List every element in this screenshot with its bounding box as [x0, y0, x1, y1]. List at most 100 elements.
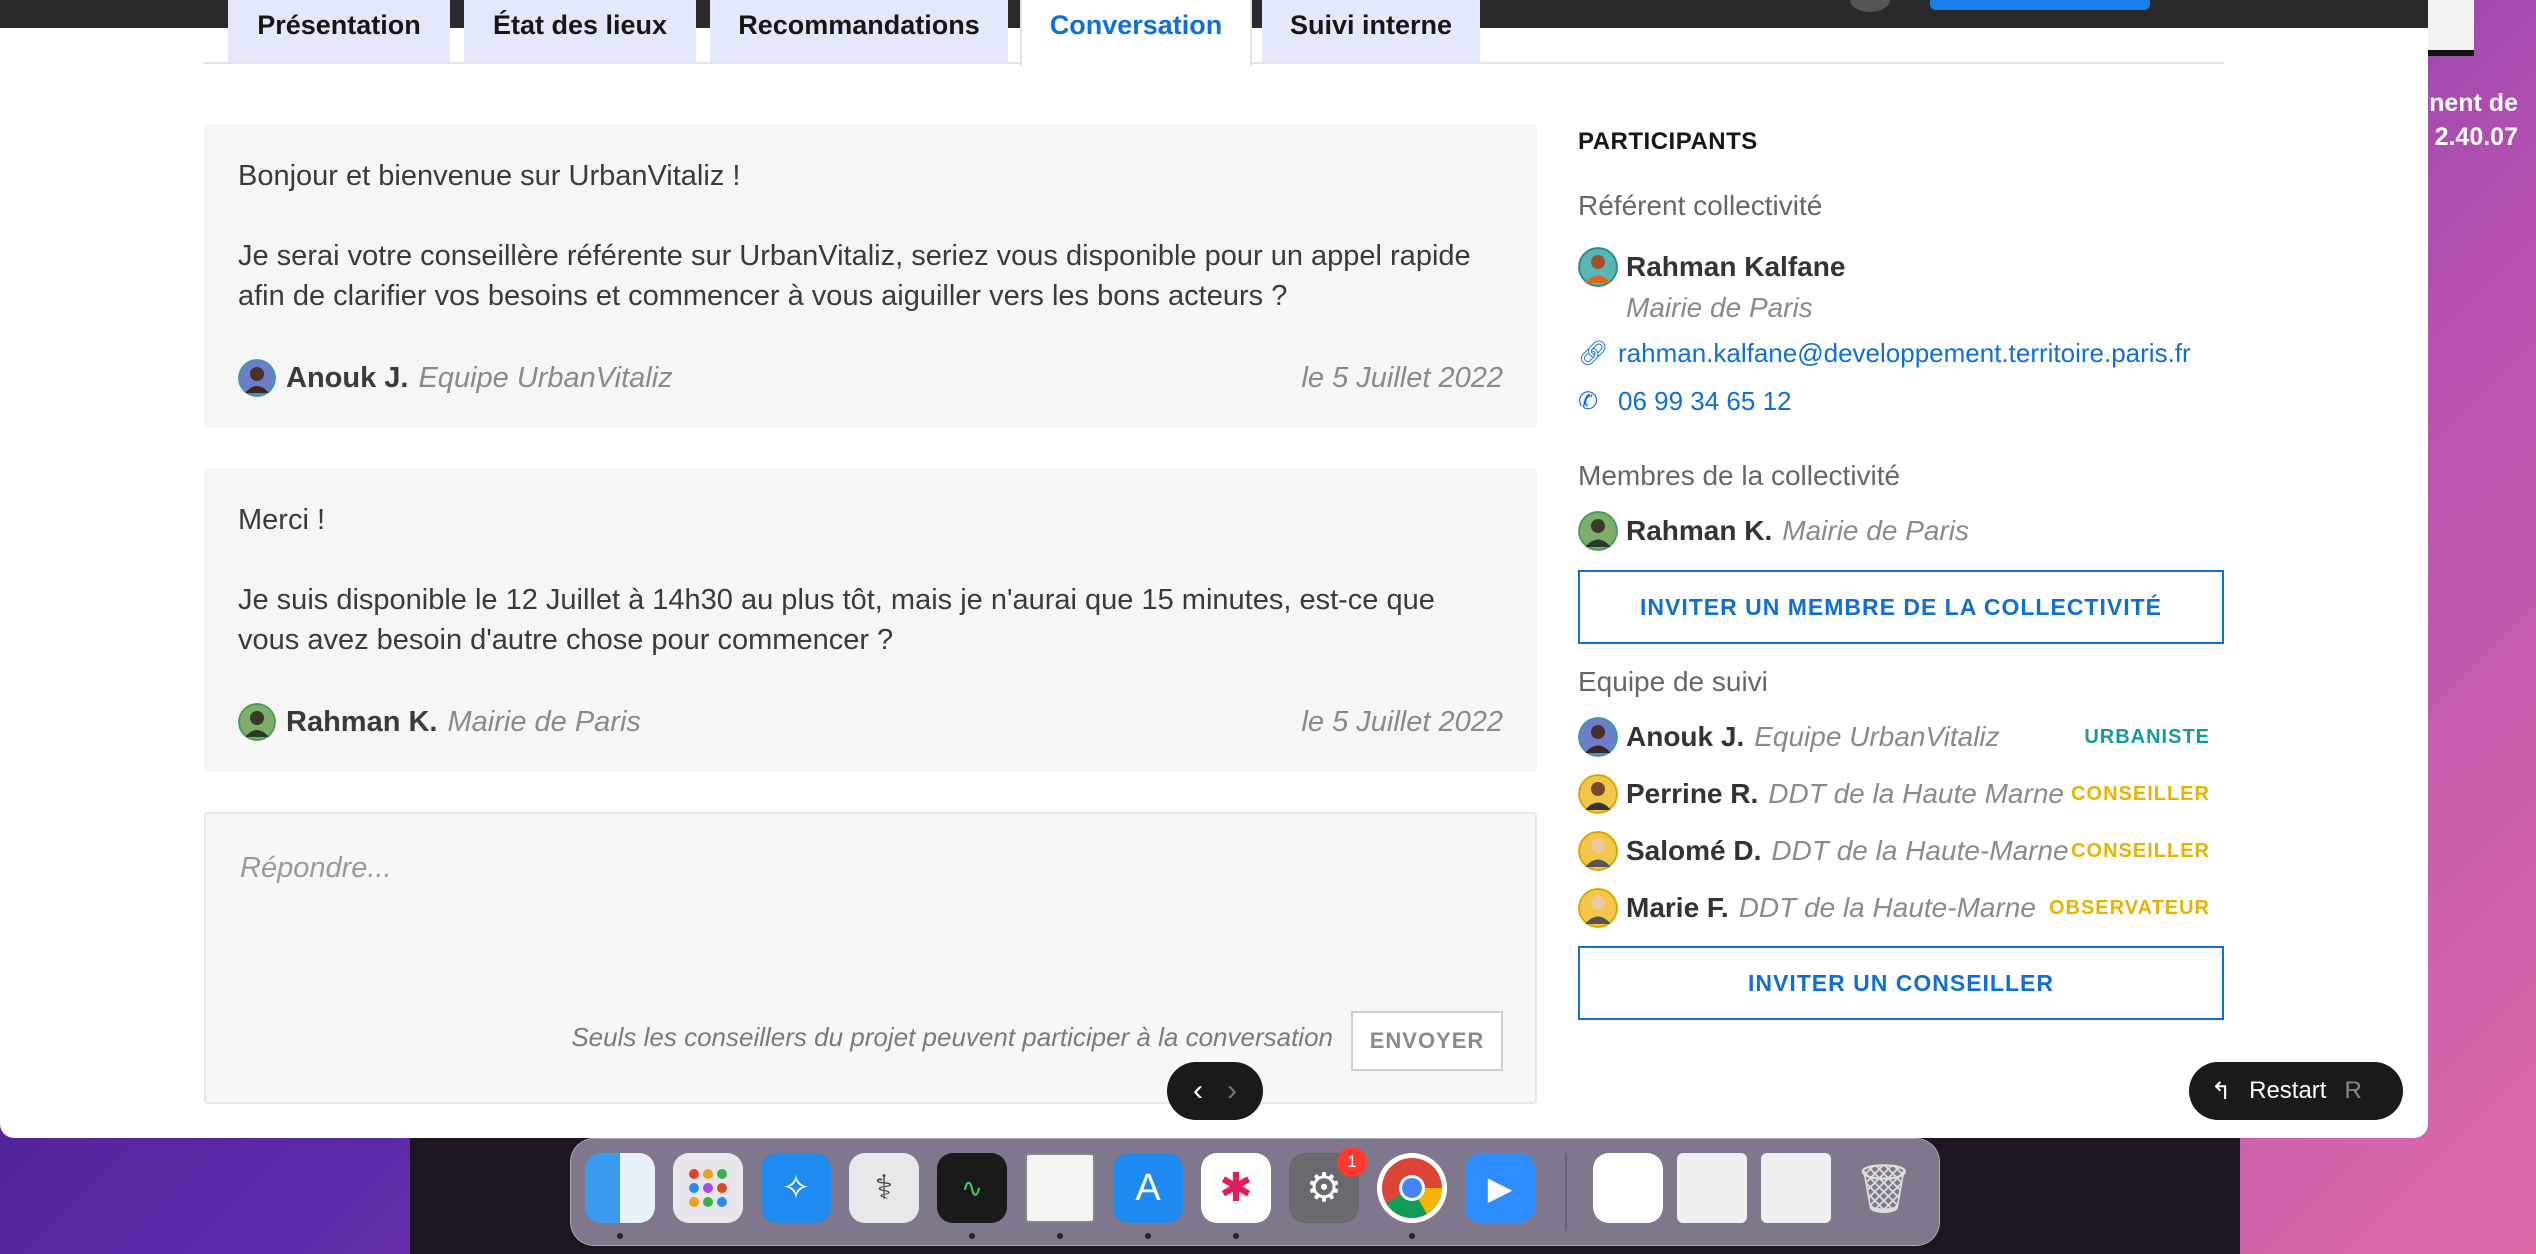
avatar [1578, 774, 1618, 814]
send-button[interactable]: ENVOYER [1351, 1011, 1503, 1071]
launchpad-icon[interactable] [673, 1153, 743, 1223]
participants-panel: PARTICIPANTS Référent collectivité Rahma… [1578, 128, 2224, 1020]
tab-suivi-interne[interactable]: Suivi interne [1262, 0, 1480, 62]
running-indicator [1057, 1233, 1063, 1239]
tab-label: Recommandations [738, 10, 980, 40]
referent-org: Mairie de Paris [1626, 292, 1813, 323]
chrome-window-thumbnail-icon[interactable] [1761, 1153, 1831, 1223]
role-badge: URBANISTE [2084, 725, 2210, 748]
tab-label: Conversation [1049, 10, 1223, 40]
tab-presentation[interactable]: Présentation [228, 0, 450, 62]
team-member-row: Perrine R. DDT de la Haute Marne CONSEIL… [1578, 773, 2224, 815]
gift-icon[interactable]: 🎁︎ [1593, 1153, 1663, 1223]
members-section-title: Membres de la collectivité [1578, 460, 1901, 491]
app-store-icon[interactable]: A [1113, 1153, 1183, 1223]
restart-button[interactable]: ↰ Restart R [2189, 1062, 2403, 1120]
dock-separator [1565, 1153, 1567, 1231]
message-text: Je serai votre conseillère référente sur… [238, 240, 1471, 312]
avatar [1578, 888, 1618, 928]
chrome-window-thumbnail-icon[interactable] [1677, 1153, 1747, 1223]
avatar [1578, 247, 1618, 287]
restart-icon: ↰ [2211, 1077, 2232, 1105]
member-name[interactable]: Rahman K. [1626, 515, 1772, 547]
message-author[interactable]: Anouk J. [286, 358, 408, 398]
role-badge: OBSERVATEUR [2048, 896, 2210, 919]
message-author-org: Mairie de Paris [447, 706, 641, 738]
member-row: Rahman K. Mairie de Paris [1578, 510, 2224, 552]
tab-label: Suivi interne [1289, 10, 1453, 40]
reply-textarea[interactable]: Répondre... Seuls les conseillers du pro… [204, 812, 1537, 1104]
message-card: Merci ! Je suis disponible le 12 Juillet… [204, 468, 1537, 772]
message-text: Bonjour et bienvenue sur UrbanVitaliz ! [238, 160, 741, 192]
invite-member-button[interactable]: INVITER UN MEMBRE DE LA COLLECTIVITÉ [1578, 570, 2224, 644]
role-badge: CONSEILLER [2071, 839, 2210, 862]
message-date: le 5 Juillet 2022 [1301, 362, 1503, 394]
project-tabs: Présentation État des lieux Recommandati… [204, 0, 2224, 66]
restart-shortcut-key: R [2344, 1077, 2362, 1104]
message-text: Merci ! [238, 504, 325, 536]
tab-label: État des lieux [492, 10, 668, 40]
team-member-row: Anouk J. Equipe UrbanVitaliz URBANISTE [1578, 716, 2224, 758]
zoom-icon[interactable]: ▶ [1465, 1153, 1535, 1223]
message-author[interactable]: Rahman K. [286, 702, 437, 742]
reply-permission-note: Seuls les conseillers du projet peuvent … [571, 1022, 1333, 1052]
avatar [1578, 831, 1618, 871]
chrome-icon[interactable] [1377, 1153, 1447, 1223]
avatar [238, 359, 276, 397]
message-date: le 5 Juillet 2022 [1301, 706, 1503, 738]
message-footer: Anouk J. Equipe UrbanVitaliz le 5 Juille… [238, 358, 1503, 398]
slack-icon[interactable]: ✱ [1201, 1153, 1271, 1223]
activity-monitor-icon[interactable]: ∿ [937, 1153, 1007, 1223]
tab-etat-des-lieux[interactable]: État des lieux [464, 0, 696, 62]
trash-icon[interactable]: 🗑︎ [1849, 1153, 1919, 1223]
desktop-text-line1: nent de [2429, 89, 2518, 117]
running-indicator [1409, 1233, 1415, 1239]
forward-arrow-icon[interactable]: › [1227, 1074, 1237, 1108]
referent-section-title: Référent collectivité [1578, 190, 1823, 221]
system-information-icon[interactable]: ⚕ [849, 1153, 919, 1223]
desktop-background-text: nent de 2.40.07 [2429, 86, 2518, 154]
macos-dock: ✧ ⚕ ∿ A ✱ ⚙ 1 ▶ 🎁︎ 🗑︎ [570, 1138, 1940, 1246]
desktop-window-corner [2428, 0, 2474, 56]
history-nav: ‹ › [1167, 1062, 1263, 1120]
tab-conversation[interactable]: Conversation [1020, 0, 1252, 66]
tab-recommandations[interactable]: Recommandations [710, 0, 1008, 62]
team-member-name[interactable]: Marie F. [1626, 892, 1729, 924]
message-card: Bonjour et bienvenue sur UrbanVitaliz ! … [204, 124, 1537, 428]
back-arrow-icon[interactable]: ‹ [1193, 1074, 1203, 1108]
team-member-name[interactable]: Perrine R. [1626, 778, 1758, 810]
notification-badge: 1 [1337, 1147, 1367, 1177]
document-icon[interactable] [1025, 1153, 1095, 1223]
finder-icon[interactable] [585, 1153, 655, 1223]
referent-phone-link[interactable]: ✆ 06 99 34 65 12 [1578, 386, 1792, 417]
avatar [1578, 511, 1618, 551]
team-member-name[interactable]: Anouk J. [1626, 721, 1744, 753]
referent-name[interactable]: Rahman Kalfane [1626, 251, 1845, 283]
referent-email[interactable]: rahman.kalfane@developpement.territoire.… [1618, 338, 2191, 369]
safari-icon[interactable]: ✧ [761, 1153, 831, 1223]
role-badge: CONSEILLER [2071, 782, 2210, 805]
avatar [238, 703, 276, 741]
running-indicator [969, 1233, 975, 1239]
reply-placeholder: Répondre... [240, 852, 392, 884]
invite-advisor-button[interactable]: INVITER UN CONSEILLER [1578, 946, 2224, 1020]
phone-icon: ✆ [1578, 388, 1599, 415]
avatar [1578, 717, 1618, 757]
running-indicator [1145, 1233, 1151, 1239]
team-member-row: Marie F. DDT de la Haute-Marne OBSERVATE… [1578, 887, 2224, 929]
message-text: Je suis disponible le 12 Juillet à 14h30… [238, 584, 1435, 656]
running-indicator [617, 1233, 623, 1239]
referent-phone[interactable]: 06 99 34 65 12 [1618, 386, 1792, 417]
referent-email-link[interactable]: 🔗︎ rahman.kalfane@developpement.territoi… [1578, 338, 2191, 369]
team-member-org: DDT de la Haute Marne [1768, 778, 2064, 809]
member-org: Mairie de Paris [1782, 515, 1969, 546]
desktop-text-line2: 2.40.07 [2434, 123, 2518, 151]
team-member-org: DDT de la Haute-Marne [1771, 835, 2069, 866]
team-section-title: Equipe de suivi [1578, 666, 1768, 697]
team-member-org: Equipe UrbanVitaliz [1754, 721, 2000, 752]
participants-title: PARTICIPANTS [1578, 128, 1758, 155]
referent-row: Rahman Kalfane [1578, 246, 2224, 288]
team-member-name[interactable]: Salomé D. [1626, 835, 1761, 867]
tab-label: Présentation [257, 10, 421, 40]
browser-window: Présentation État des lieux Recommandati… [0, 0, 2428, 1138]
